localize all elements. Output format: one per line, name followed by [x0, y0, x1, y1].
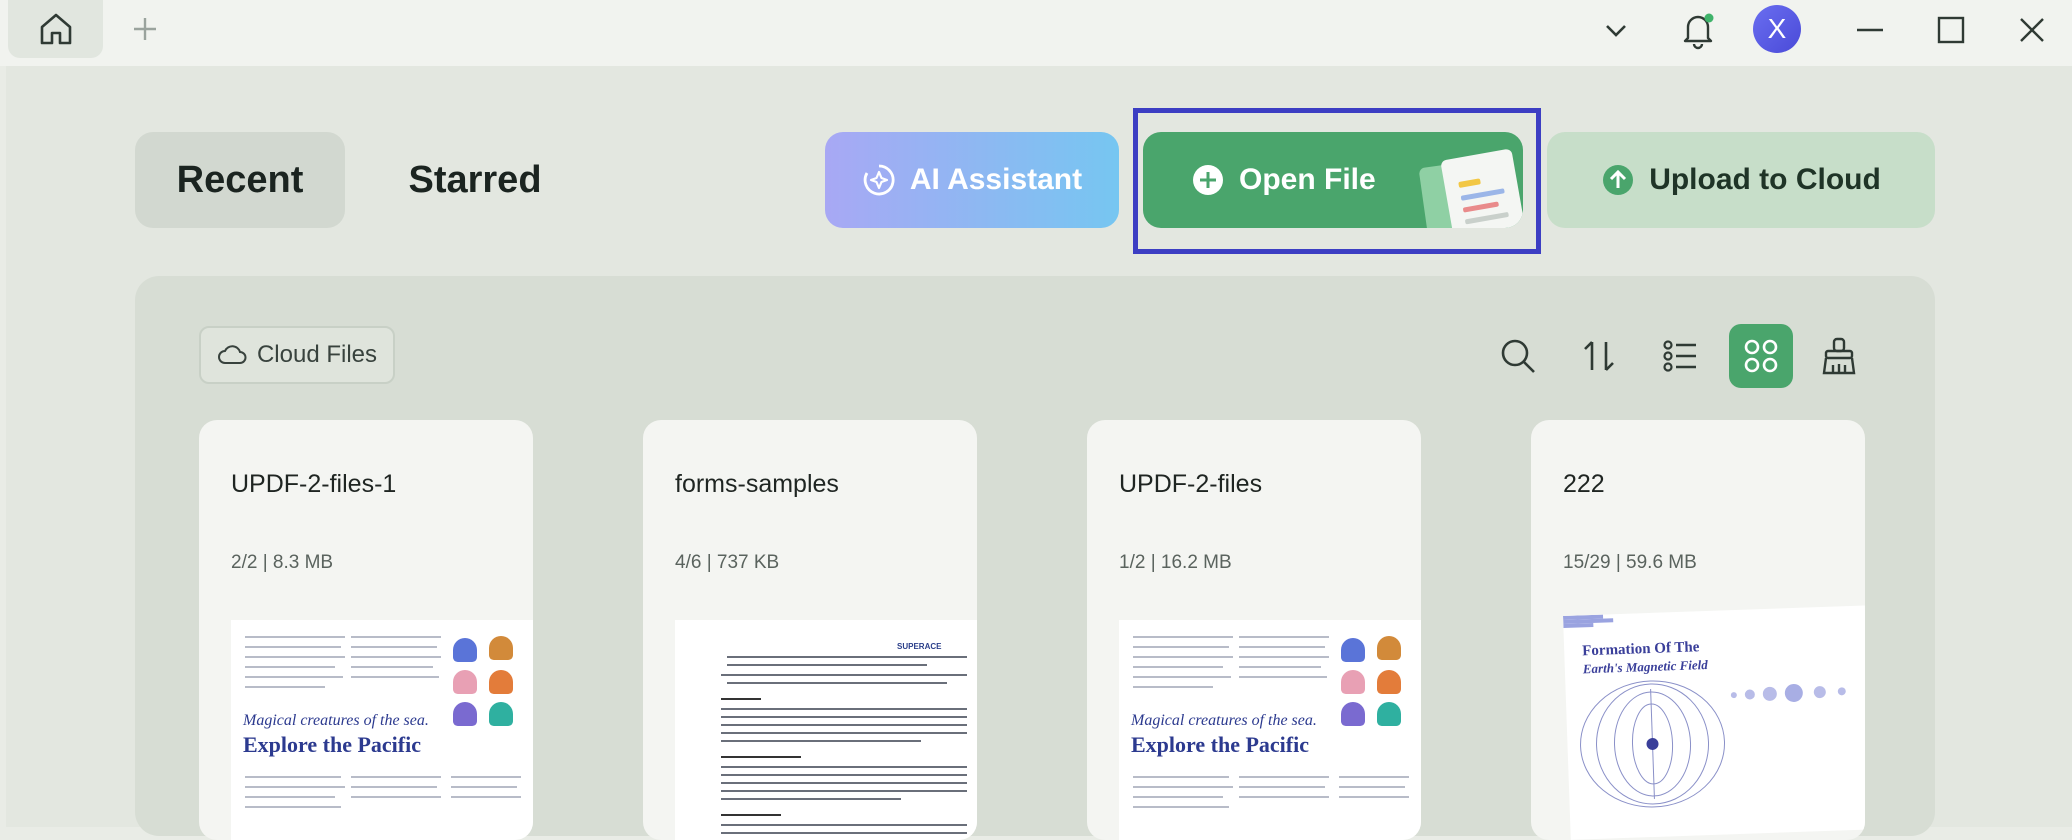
ai-assistant-button[interactable]: AI Assistant [825, 132, 1119, 228]
thumbnail-subtitle: Magical creatures of the sea. [1131, 712, 1317, 729]
dropdown-button[interactable] [1594, 8, 1638, 52]
file-card[interactable]: 222 15/29 | 59.6 MB Formation Of The Ear… [1531, 420, 1865, 840]
close-icon [2020, 18, 2044, 42]
title-bar: X [0, 0, 2072, 66]
cloud-files-label: Cloud Files [256, 341, 378, 368]
tab-recent[interactable]: Recent [135, 132, 345, 228]
magnetic-field-illustration-icon [1580, 680, 1726, 808]
upload-to-cloud-button[interactable]: Upload to Cloud [1547, 132, 1935, 228]
thumbnail-subtitle: Earth's Magnetic Field [1582, 656, 1709, 677]
file-card[interactable]: forms-samples 4/6 | 737 KB SUPERACE [643, 420, 977, 840]
plus-icon [134, 18, 156, 40]
broom-icon [1822, 337, 1856, 375]
grid-view-button[interactable] [1729, 324, 1793, 388]
ai-sparkle-icon [862, 163, 896, 197]
superace-logo: SUPERACE [897, 642, 942, 651]
minimize-button[interactable] [1848, 8, 1892, 52]
open-file-highlight [1133, 108, 1541, 254]
maximize-icon [1937, 16, 1965, 44]
list-view-icon [1663, 340, 1696, 372]
file-name: forms-samples [675, 470, 839, 498]
sort-icon [1584, 341, 1614, 371]
avatar-letter: X [1767, 13, 1787, 44]
spheres-illustration-icon [1730, 683, 1846, 702]
clean-button[interactable] [1807, 324, 1871, 388]
upload-arrow-icon [1601, 163, 1635, 197]
file-meta: 2/2 | 8.3 MB [231, 552, 334, 573]
file-thumbnail: Magical creatures of the sea. Explore th… [231, 620, 533, 840]
notifications-button[interactable] [1676, 8, 1720, 52]
home-tab[interactable] [8, 0, 103, 58]
close-button[interactable] [2010, 8, 2054, 52]
file-name: UPDF-2-files [1119, 470, 1263, 498]
cloud-files-button[interactable]: Cloud Files [199, 326, 395, 384]
file-meta: 4/6 | 737 KB [675, 552, 780, 573]
chevron-down-icon [1606, 25, 1626, 37]
home-icon [40, 13, 71, 45]
bell-icon [1683, 13, 1714, 50]
cloud-icon [217, 343, 247, 367]
thumbnail-title: Explore the Pacific [1131, 732, 1309, 757]
sort-button[interactable] [1567, 324, 1631, 388]
thumbnail-title: Explore the Pacific [243, 732, 421, 757]
file-thumbnail: SUPERACE [675, 620, 977, 840]
file-meta: 15/29 | 59.6 MB [1563, 552, 1697, 573]
file-thumbnail: Formation Of The Earth's Magnetic Field [1563, 605, 1865, 840]
grid-view-icon [1744, 339, 1778, 373]
search-button[interactable] [1486, 324, 1550, 388]
search-icon [1501, 339, 1535, 373]
file-meta: 1/2 | 16.2 MB [1119, 552, 1232, 573]
ai-assistant-label: AI Assistant [909, 163, 1083, 196]
new-tab-button[interactable] [128, 12, 162, 46]
file-thumbnail: Magical creatures of the sea. Explore th… [1119, 620, 1421, 840]
tab-starred[interactable]: Starred [360, 132, 590, 228]
upload-to-cloud-label: Upload to Cloud [1649, 163, 1881, 196]
file-name: 222 [1563, 470, 1605, 498]
file-card[interactable]: UPDF-2-files-1 2/2 | 8.3 MB Magical crea… [199, 420, 533, 840]
user-avatar[interactable]: X [1753, 5, 1801, 53]
minimize-icon [1857, 28, 1883, 32]
file-card[interactable]: UPDF-2-files 1/2 | 16.2 MB Magical creat… [1087, 420, 1421, 840]
list-view-button[interactable] [1648, 324, 1712, 388]
thumbnail-subtitle: Magical creatures of the sea. [243, 712, 429, 729]
maximize-button[interactable] [1929, 8, 1973, 52]
file-name: UPDF-2-files-1 [231, 470, 397, 498]
